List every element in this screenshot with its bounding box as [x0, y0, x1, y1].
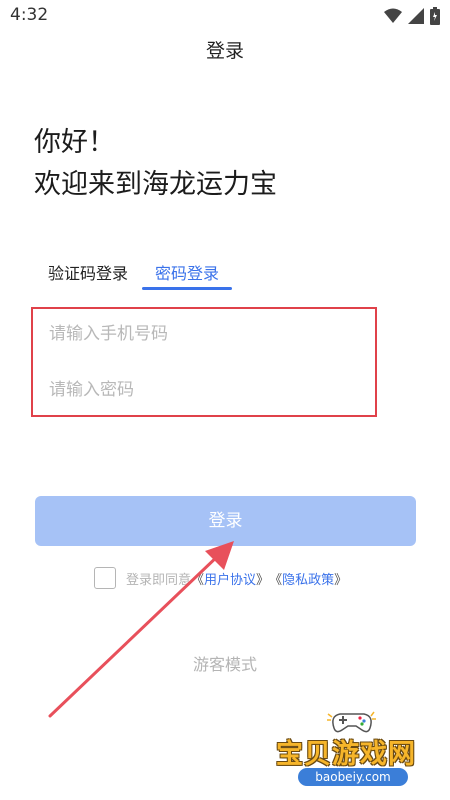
watermark-domain: baobeiy.com — [298, 768, 408, 786]
phone-input[interactable] — [49, 319, 349, 349]
status-bar: 4:32 — [0, 0, 450, 30]
page-title: 登录 — [205, 40, 244, 62]
login-button[interactable]: 登录 — [35, 496, 416, 546]
greeting: 你好！ 欢迎来到海龙运力宝 — [34, 122, 277, 206]
bracket-close: 》 — [334, 572, 348, 588]
agreement-prefix: 登录即同意 — [126, 572, 192, 588]
wifi-icon — [384, 8, 402, 23]
bracket-open: 《 — [269, 572, 283, 588]
watermark-logo: 宝贝游戏网 baobeiy.com — [268, 708, 438, 796]
privacy-policy-link[interactable]: 隐私政策 — [282, 569, 334, 588]
greeting-hello: 你好！ — [34, 127, 115, 158]
status-icons — [384, 7, 440, 25]
bracket-open: 《 — [191, 572, 205, 588]
agreement-checkbox[interactable] — [94, 567, 116, 589]
guest-mode-link[interactable]: 游客模式 — [0, 651, 450, 675]
login-form-highlight — [31, 307, 377, 417]
tab-verification-code[interactable]: 验证码登录 — [48, 260, 128, 284]
password-input[interactable] — [49, 375, 349, 405]
battery-icon — [430, 7, 440, 25]
agreement-row: 登录即同意 《 用户协议 》 《 隐私政策 》 — [94, 566, 347, 590]
user-agreement-link[interactable]: 用户协议 — [204, 569, 256, 588]
login-tabs: 验证码登录 密码登录 — [48, 258, 348, 294]
greeting-welcome: 欢迎来到海龙运力宝 — [34, 169, 277, 200]
status-time: 4:32 — [10, 5, 49, 25]
signal-icon — [408, 8, 424, 24]
bracket-close: 》 — [256, 572, 270, 588]
tab-password[interactable]: 密码登录 — [155, 260, 219, 284]
watermark-text: 宝贝游戏网 — [276, 739, 416, 770]
active-tab-indicator — [142, 287, 232, 290]
